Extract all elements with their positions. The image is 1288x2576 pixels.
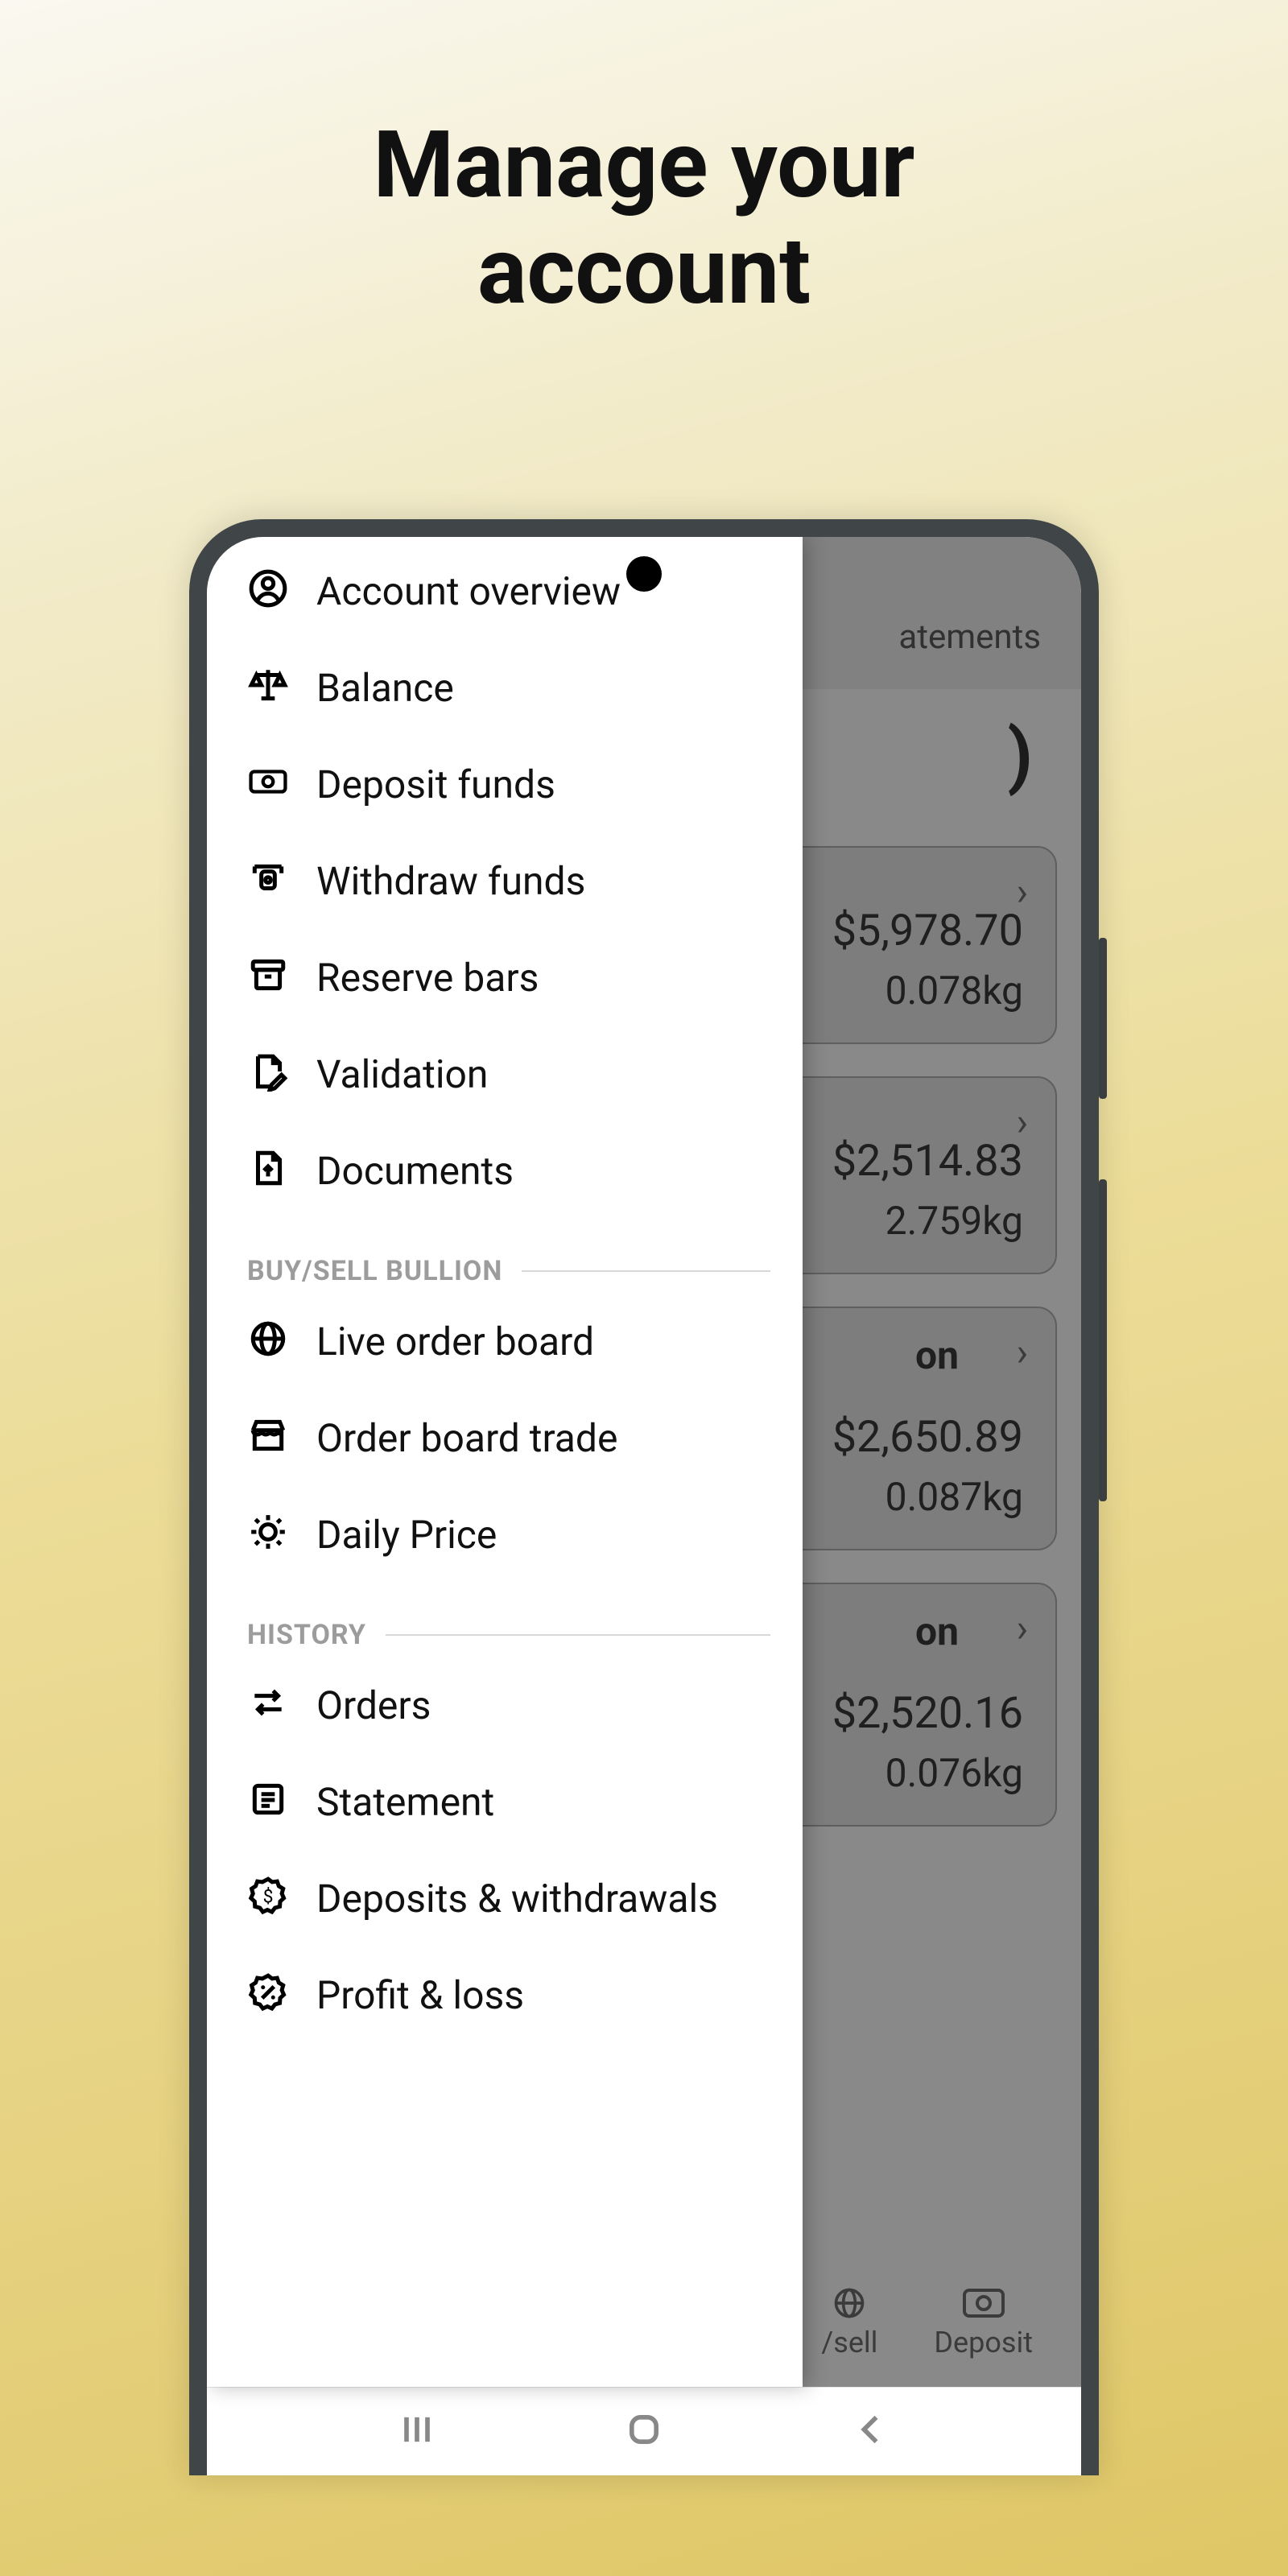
phone-screen: atements ) › $5,978.70 0.078kg › $2,514.…: [207, 537, 1081, 2475]
menu-label: Deposits & withdrawals: [316, 1875, 718, 1923]
atm-icon: [247, 857, 289, 899]
chevron-right-icon: ›: [1017, 1605, 1028, 1651]
dollar-badge-icon: $: [247, 1875, 289, 1917]
menu-label: Daily Price: [316, 1511, 497, 1559]
camera-notch: [626, 556, 662, 592]
menu-orders[interactable]: Orders: [207, 1657, 803, 1754]
edit-doc-icon: [247, 1051, 289, 1092]
menu-label: Deposit funds: [316, 761, 555, 809]
menu-label: Order board trade: [316, 1414, 617, 1463]
section-history: HISTORY: [207, 1583, 803, 1657]
archive-icon: [247, 954, 289, 996]
menu-account-overview[interactable]: Account overview: [207, 543, 803, 640]
menu-label: Documents: [316, 1147, 514, 1195]
menu-label: Validation: [316, 1051, 488, 1099]
menu-label: Statement: [316, 1778, 494, 1827]
android-nav-bar: [207, 2387, 1081, 2475]
nav-buy-sell[interactable]: /sell: [821, 2285, 877, 2359]
globe-icon: [247, 1318, 289, 1360]
percent-badge-icon: [247, 1971, 289, 2013]
hero-title: Manage your account: [373, 113, 914, 326]
menu-reserve-bars[interactable]: Reserve bars: [207, 930, 803, 1026]
cash-icon: [961, 2285, 1006, 2321]
chevron-right-icon: ›: [1017, 1099, 1028, 1145]
recents-button[interactable]: [396, 2409, 438, 2454]
phone-volume-button: [1099, 1179, 1107, 1501]
side-drawer: Account overview Balance Deposit funds: [207, 537, 803, 2387]
scales-icon: [247, 664, 289, 706]
menu-statement[interactable]: Statement: [207, 1754, 803, 1851]
menu-label: Balance: [316, 664, 454, 712]
user-circle-icon: [247, 568, 289, 609]
phone-side-button: [1099, 938, 1107, 1099]
swap-icon: [247, 1682, 289, 1724]
menu-documents[interactable]: Documents: [207, 1123, 803, 1220]
menu-profit-loss[interactable]: Profit & loss: [207, 1947, 803, 2044]
svg-text:$: $: [263, 1885, 274, 1907]
menu-label: Profit & loss: [316, 1971, 524, 2020]
sun-gear-icon: [247, 1511, 289, 1553]
back-button[interactable]: [850, 2409, 892, 2454]
menu-label: Live order board: [316, 1318, 594, 1366]
menu-withdraw-funds[interactable]: Withdraw funds: [207, 833, 803, 930]
menu-validation[interactable]: Validation: [207, 1026, 803, 1123]
menu-live-order-board[interactable]: Live order board: [207, 1294, 803, 1390]
menu-deposits-withdrawals[interactable]: $ Deposits & withdrawals: [207, 1851, 803, 1947]
menu-label: Withdraw funds: [316, 857, 585, 906]
home-button[interactable]: [623, 2409, 665, 2454]
upload-doc-icon: [247, 1147, 289, 1189]
menu-deposit-funds[interactable]: Deposit funds: [207, 737, 803, 833]
cash-icon: [247, 761, 289, 803]
menu-balance[interactable]: Balance: [207, 640, 803, 737]
menu-label: Orders: [316, 1682, 431, 1730]
phone-frame: atements ) › $5,978.70 0.078kg › $2,514.…: [189, 519, 1099, 2475]
globe-icon: [827, 2285, 872, 2321]
menu-label: Reserve bars: [316, 954, 539, 1002]
chevron-right-icon: ›: [1017, 869, 1028, 914]
chevron-right-icon: ›: [1017, 1329, 1028, 1375]
storefront-icon: [247, 1414, 289, 1456]
nav-deposit[interactable]: Deposit: [934, 2285, 1033, 2359]
section-buy-sell: BUY/SELL BULLION: [207, 1220, 803, 1294]
list-icon: [247, 1778, 289, 1820]
menu-label: Account overview: [316, 568, 621, 616]
menu-order-board-trade[interactable]: Order board trade: [207, 1390, 803, 1487]
menu-daily-price[interactable]: Daily Price: [207, 1487, 803, 1583]
